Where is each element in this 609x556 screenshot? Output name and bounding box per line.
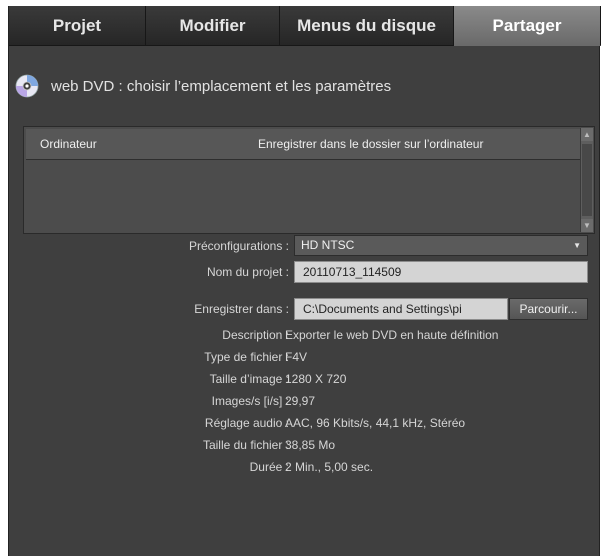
tab-menus-du-disque[interactable]: Menus du disque (280, 6, 454, 46)
description-value: Exporter le web DVD en haute définition (285, 328, 499, 342)
chevron-down-icon: ▼ (573, 241, 581, 250)
duration-row: Durée : 2 Min., 5,00 sec. (9, 456, 601, 478)
tab-partager[interactable]: Partager (454, 6, 601, 46)
destination-row-ordinateur[interactable]: Ordinateur Enregistrer dans le dossier s… (26, 129, 580, 160)
file-size-value: 38,85 Mo (285, 438, 336, 452)
tab-bar: Projet Modifier Menus du disque Partager (9, 6, 601, 46)
filetype-label: Type de fichier : (204, 350, 289, 364)
section-heading-text: web DVD : choisir l’emplacement et les p… (51, 77, 392, 95)
destination-name: Ordinateur (40, 137, 97, 151)
save-location-row: Enregistrer dans : C:\Documents and Sett… (9, 298, 601, 320)
tab-projet[interactable]: Projet (9, 6, 146, 46)
fps-label: Images/s [i/s] : (211, 394, 289, 408)
filetype-row: Type de fichier : F4V (9, 346, 601, 368)
image-size-row: Taille d’image : 1280 X 720 (9, 368, 601, 390)
save-location-label: Enregistrer dans : (194, 302, 289, 316)
preset-row: Préconfigurations : HD NTSC ▼ (9, 235, 601, 257)
disc-icon (15, 74, 39, 98)
file-size-label: Taille du fichier : (202, 438, 289, 452)
preset-select[interactable]: HD NTSC ▼ (294, 235, 588, 256)
browse-button[interactable]: Parcourir... (509, 298, 588, 320)
duration-label: Durée : (249, 460, 289, 474)
duration-value: 2 Min., 5,00 sec. (285, 460, 374, 474)
section-heading: web DVD : choisir l’emplacement et les p… (15, 74, 391, 98)
save-location-input[interactable]: C:\Documents and Settings\pi (294, 298, 508, 320)
project-name-row: Nom du projet : 20110713_114509 (9, 261, 601, 283)
project-name-input[interactable]: 20110713_114509 (294, 261, 588, 283)
scroll-thumb[interactable] (582, 144, 592, 216)
destination-list: Ordinateur Enregistrer dans le dossier s… (23, 126, 595, 234)
fps-row: Images/s [i/s] : 29,97 (9, 390, 601, 412)
image-size-label: Taille d’image : (209, 372, 289, 386)
description-row: Description : Exporter le web DVD en hau… (9, 324, 601, 346)
destination-description: Enregistrer dans le dossier sur l’ordina… (258, 137, 484, 151)
fps-value: 29,97 (285, 394, 316, 408)
audio-label: Réglage audio : (204, 416, 289, 430)
tab-modifier[interactable]: Modifier (146, 6, 280, 46)
file-size-row: Taille du fichier : 38,85 Mo (9, 434, 601, 456)
preset-value: HD NTSC (301, 238, 355, 252)
audio-row: Réglage audio : AAC, 96 Kbits/s, 44,1 kH… (9, 412, 601, 434)
scroll-down-icon[interactable]: ▼ (581, 219, 593, 232)
description-label: Description : (222, 328, 289, 342)
image-size-value: 1280 X 720 (285, 372, 347, 386)
filetype-value: F4V (285, 350, 308, 364)
preset-label: Préconfigurations : (188, 239, 289, 253)
share-panel: Projet Modifier Menus du disque Partager… (8, 6, 601, 556)
audio-value: AAC, 96 Kbits/s, 44,1 kHz, Stéréo (285, 416, 466, 430)
scroll-up-icon[interactable]: ▲ (581, 128, 593, 141)
destination-scrollbar[interactable]: ▲ ▼ (580, 128, 593, 232)
project-name-label: Nom du projet : (206, 265, 289, 279)
